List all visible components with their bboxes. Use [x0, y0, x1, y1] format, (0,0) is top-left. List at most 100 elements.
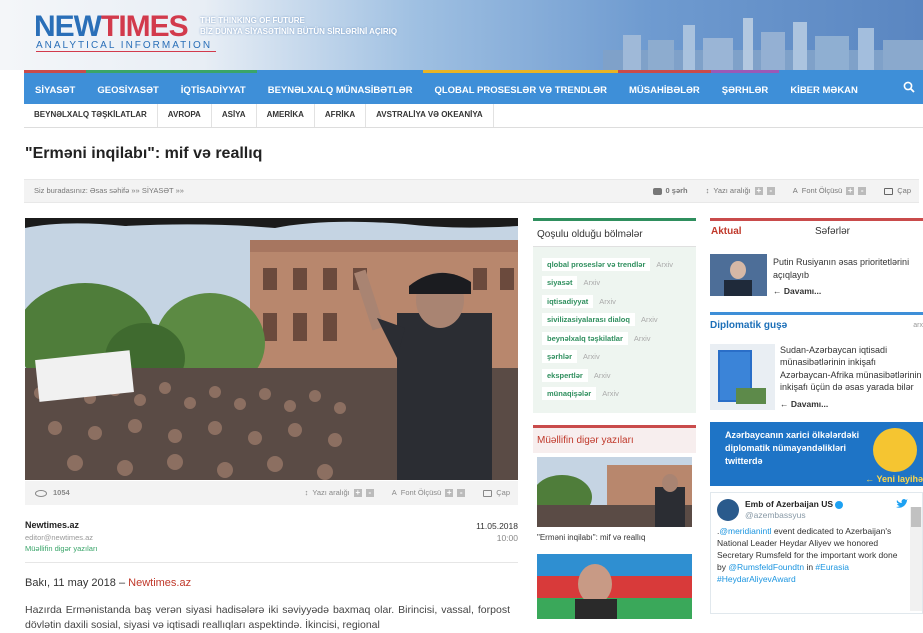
author-more-link[interactable]: Müəllifin digər yazıları — [25, 544, 518, 553]
read-more-link[interactable]: ← Davamı... — [773, 285, 923, 298]
views-counter: 1054 — [35, 481, 70, 505]
comment-icon — [652, 187, 662, 195]
list-item: sivilizasiyalarası dialoq Arxiv — [542, 311, 688, 330]
read-more-link[interactable]: ← Davamı... — [780, 398, 923, 411]
list-item: qlobal proseslər və trendlər Arxiv — [542, 255, 688, 274]
section-tag[interactable]: beynəlxalq təşkilatlar — [542, 331, 628, 345]
nav-item-kiber-mekan[interactable]: KİBER MƏKAN — [779, 70, 869, 104]
subnav-item-avropa[interactable]: AVROPA — [158, 104, 212, 127]
nav-item-iqtisadiyyat[interactable]: İQTİSADİYYAT — [169, 70, 257, 104]
subnav-item-amerika[interactable]: AMERİKA — [257, 104, 315, 127]
font-size-increase-button[interactable]: + — [846, 187, 855, 195]
section-tag[interactable]: şərhlər — [542, 350, 578, 364]
news-item[interactable]: Sudan-Azərbaycan iqtisadi münasibətlərin… — [710, 343, 923, 411]
breadcrumb-section-link[interactable]: SİYASƏT — [142, 186, 174, 195]
tab-trips[interactable]: Səfərlər — [815, 226, 915, 237]
archive-link[interactable]: Arxiv — [583, 352, 600, 361]
font-size-icon: A — [391, 488, 397, 497]
section-tag[interactable]: iqtisadiyyat — [542, 294, 594, 308]
globe-icon — [873, 428, 917, 472]
photo-line-spacing-increase-button[interactable]: + — [353, 489, 362, 497]
tweet-hashtag[interactable]: #HeydarAliyevAward — [717, 574, 796, 584]
archive-link[interactable]: Arxiv — [599, 297, 616, 306]
section-tag[interactable]: qlobal proseslər və trendlər — [542, 257, 651, 271]
photo-tools: ↕ Yazı aralığı + - A Font Ölçüsü + - Çap — [305, 481, 510, 505]
twitter-bird-icon[interactable] — [896, 499, 908, 509]
comments-count[interactable]: 0 şərh — [652, 180, 688, 202]
tweet-hashtag[interactable]: #Eurasia — [815, 562, 849, 572]
print-icon — [884, 187, 894, 195]
right-sidebar: Aktual Səfərlər Putin Rusiyanın əsas pri… — [710, 218, 923, 614]
tab-actual[interactable]: Aktual — [710, 226, 815, 237]
list-item: iqtisadiyyat Arxiv — [542, 292, 688, 311]
photo-line-spacing-decrease-button[interactable]: - — [365, 489, 374, 497]
nav-item-musahibeler[interactable]: MÜSAHİBƏLƏR — [617, 70, 711, 104]
section-tag[interactable]: siyasət — [542, 276, 578, 290]
news-item[interactable]: Putin Rusiyanın əsas prioritetlərini açı… — [710, 254, 923, 298]
article-body: Hazırda Ermənistanda baş verən siyasi ha… — [25, 604, 510, 631]
list-item: ekspertlər Arxiv — [542, 366, 688, 385]
site-logo[interactable]: NEWTIMES — [34, 10, 189, 44]
sections-list: qlobal proseslər və trendlər Arxiv siyasə… — [533, 247, 696, 413]
section-tag[interactable]: ekspertlər — [542, 368, 588, 382]
author-other-posts: Müəllifin digər yazıları "Erməni inqilab… — [533, 425, 696, 619]
post-title-link[interactable]: "Erməni inqilabı": mif və reallıq — [533, 527, 696, 550]
font-size-icon: A — [792, 186, 798, 195]
other-posts-title: Müəllifin digər yazıları — [533, 428, 696, 453]
tweet-mention[interactable]: @RumsfeldFoundtn — [728, 562, 804, 572]
avatar[interactable] — [717, 499, 739, 521]
subnav-item-beynelxalq-teskilatlar[interactable]: BEYNƏLXALQ TƏŞKİLATLAR — [24, 104, 158, 127]
subnav-item-avstraliya[interactable]: AVSTRALİYA VƏ OKEANİYA — [366, 104, 494, 127]
archive-link[interactable]: Arxiv — [594, 371, 611, 380]
nav-item-siyaset[interactable]: SİYASƏT — [24, 70, 87, 104]
breadcrumb-home-link[interactable]: Əsas səhifə — [90, 186, 129, 195]
font-size-decrease-button[interactable]: - — [858, 187, 867, 195]
archive-link[interactable]: arx — [913, 322, 923, 329]
archive-link[interactable]: Arxiv — [641, 315, 658, 324]
rally-photo — [25, 218, 518, 480]
tweet-body: .@meridianintl event dedicated to Azerba… — [717, 526, 898, 584]
search-button[interactable] — [895, 70, 923, 104]
sections-title: Qoşulu olduğu bölmələr — [533, 221, 696, 247]
archive-link[interactable]: Arxiv — [634, 334, 651, 343]
line-spacing-icon: ↕ — [304, 488, 309, 497]
photo-font-size-control: A Font Ölçüsü + - — [391, 481, 466, 505]
post-thumbnail[interactable] — [537, 457, 692, 527]
archive-link[interactable]: Arxiv — [583, 278, 600, 287]
section-tag[interactable]: münaqişələr — [542, 387, 597, 401]
post-thumbnail[interactable] — [537, 554, 692, 619]
font-size-control: A Font Ölçüsü + - — [792, 180, 867, 202]
logo-subtitle: ANALYTICAL INFORMATION — [36, 40, 217, 52]
photo-toolbar: 1054 ↕ Yazı aralığı + - A Font Ölçüsü + … — [25, 481, 518, 505]
tweet-mention[interactable]: @meridianintl — [719, 526, 771, 536]
site-tagline: THE THINKING OF FUTURE BİZ DÜNYA SİYASƏT… — [200, 16, 398, 36]
article-dateline: Bakı, 11 may 2018 – Newtimes.az — [25, 577, 192, 589]
print-button[interactable]: Çap — [884, 180, 911, 202]
photo-print-button[interactable]: Çap — [483, 481, 510, 505]
line-spacing-decrease-button[interactable]: - — [766, 187, 775, 195]
new-project-label: ← Yeni layihə — [865, 474, 923, 484]
section-tag[interactable]: sivilizasiyalarası dialoq — [542, 313, 635, 327]
list-item: münaqişələr Arxiv — [542, 385, 688, 404]
photo-font-size-increase-button[interactable]: + — [445, 489, 454, 497]
tweet-author[interactable]: Emb of Azerbaijan US — [745, 499, 833, 509]
subnav-item-asiya[interactable]: ASİYA — [212, 104, 257, 127]
archive-link[interactable]: Arxiv — [602, 389, 619, 398]
tweet-handle[interactable]: @azembassyus — [745, 510, 806, 520]
archive-link[interactable]: Arxiv — [656, 260, 673, 269]
nav-item-serhler[interactable]: ŞƏRHLƏR — [710, 70, 780, 104]
line-spacing-increase-button[interactable]: + — [754, 187, 763, 195]
breadcrumb: Siz buradasınız: Əsas səhifə »» SİYASƏT … — [34, 186, 184, 195]
twitter-project-banner[interactable]: Azərbaycanın xarici ölkələrdəki diplomat… — [710, 422, 923, 486]
author-email[interactable]: editor@newtimes.az — [25, 533, 518, 542]
subnav-item-afrika[interactable]: AFRİKA — [315, 104, 367, 127]
nav-item-qlobal-prosesler[interactable]: QLOBAL PROSESLƏR VƏ TRENDLƏR — [423, 70, 618, 104]
list-item: siyasət Arxiv — [542, 274, 688, 293]
publish-date: 11.05.2018 10:00 — [476, 521, 518, 543]
nav-item-geosiyaset[interactable]: GEOSİYASƏT — [86, 70, 170, 104]
source-link[interactable]: Newtimes.az — [128, 577, 191, 589]
nav-item-beynelxalq-munasibetler[interactable]: BEYNƏLXALQ MÜNASİBƏTLƏR — [256, 70, 424, 104]
photo-font-size-decrease-button[interactable]: - — [457, 489, 466, 497]
author-block: Newtimes.az editor@newtimes.az Müəllifin… — [25, 520, 518, 553]
scrollbar-thumb[interactable] — [911, 507, 921, 527]
